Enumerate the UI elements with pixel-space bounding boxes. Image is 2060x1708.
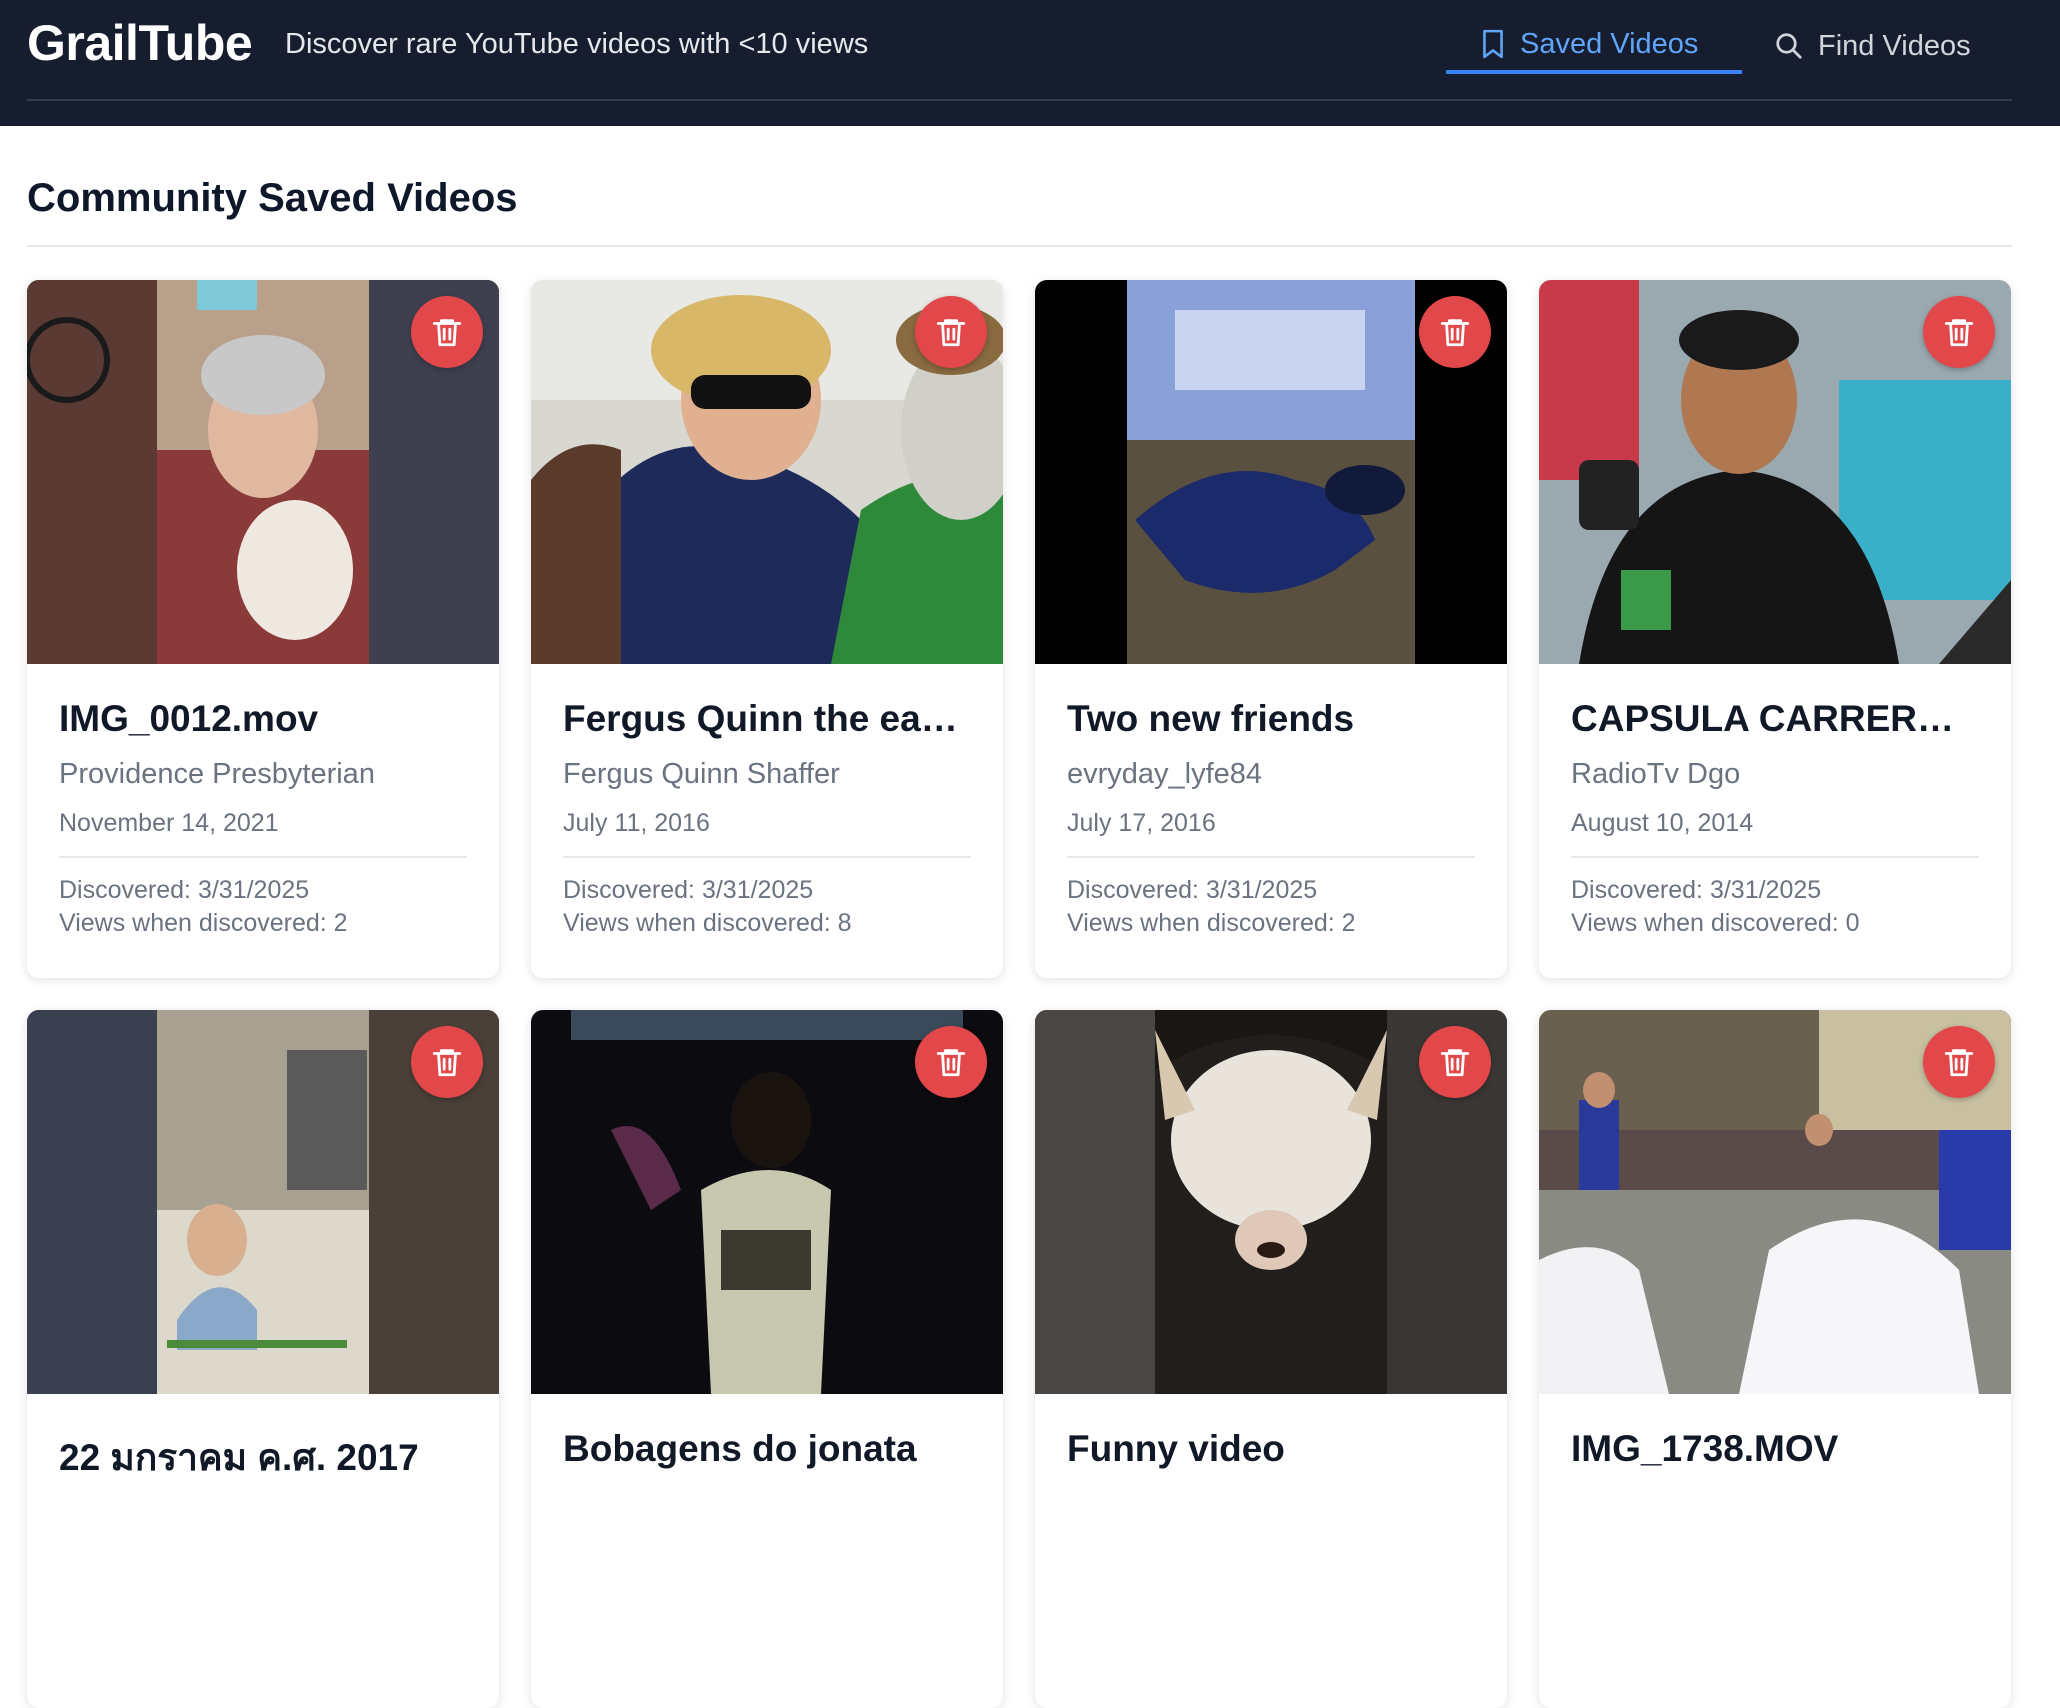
views-when-discovered: Views when discovered: 8: [563, 909, 852, 937]
tab-saved-label: Saved Videos: [1520, 27, 1699, 60]
video-thumbnail[interactable]: [531, 1010, 1003, 1394]
trash-icon: [432, 1049, 462, 1077]
video-title[interactable]: CAPSULA CARRERA ...: [1571, 698, 1979, 740]
discovered-date: Discovered: 3/31/2025: [563, 876, 814, 904]
views-when-discovered: Views when discovered: 2: [59, 909, 348, 937]
delete-button[interactable]: [1923, 296, 1995, 368]
views-when-discovered: Views when discovered: 0: [1571, 909, 1860, 937]
search-icon: [1776, 33, 1802, 59]
video-thumbnail[interactable]: [27, 1010, 499, 1394]
page-title: Community Saved Videos: [27, 176, 518, 220]
video-card[interactable]: IMG_1738.MOV: [1539, 1010, 2011, 1708]
discovered-date: Discovered: 3/31/2025: [59, 876, 310, 904]
bookmark-icon: [1483, 29, 1503, 59]
video-title[interactable]: IMG_1738.MOV: [1571, 1428, 1979, 1470]
video-card[interactable]: IMG_0012.mov Providence Presbyterian Nov…: [27, 280, 499, 978]
upload-date: August 10, 2014: [1571, 809, 1754, 837]
video-title[interactable]: IMG_0012.mov: [59, 698, 467, 740]
discovered-date: Discovered: 3/31/2025: [1067, 876, 1318, 904]
upload-date: July 11, 2016: [563, 809, 710, 837]
views-when-discovered: Views when discovered: 2: [1067, 909, 1356, 937]
video-card[interactable]: CAPSULA CARRERA ... RadioTv Dgo August 1…: [1539, 280, 2011, 978]
trash-icon: [1944, 319, 1974, 347]
video-card[interactable]: Two new friends evryday_lyfe84 July 17, …: [1035, 280, 1507, 978]
delete-button[interactable]: [915, 1026, 987, 1098]
tab-saved-videos[interactable]: Saved Videos: [1446, 18, 1742, 74]
trash-icon: [432, 319, 462, 347]
trash-icon: [1440, 1049, 1470, 1077]
delete-button[interactable]: [1923, 1026, 1995, 1098]
video-grid: IMG_0012.mov Providence Presbyterian Nov…: [27, 280, 2012, 1708]
channel-name: evryday_lyfe84: [1067, 758, 1263, 790]
delete-button[interactable]: [915, 296, 987, 368]
tab-find-label: Find Videos: [1818, 29, 1971, 62]
video-title[interactable]: Fergus Quinn the earl...: [563, 698, 971, 740]
card-divider: [59, 856, 467, 858]
video-thumbnail[interactable]: [1035, 1010, 1507, 1394]
video-thumbnail[interactable]: [531, 280, 1003, 664]
card-divider: [563, 856, 971, 858]
channel-name: RadioTv Dgo: [1571, 758, 1741, 790]
trash-icon: [936, 1049, 966, 1077]
discovered-date: Discovered: 3/31/2025: [1571, 876, 1822, 904]
card-divider: [1067, 856, 1475, 858]
upload-date: November 14, 2021: [59, 809, 279, 837]
title-divider: [27, 245, 2012, 247]
video-card[interactable]: Fergus Quinn the earl... Fergus Quinn Sh…: [531, 280, 1003, 978]
video-thumbnail[interactable]: [1539, 280, 2011, 664]
video-card[interactable]: Bobagens do jonata: [531, 1010, 1003, 1708]
tagline: Discover rare YouTube videos with <10 vi…: [285, 28, 869, 60]
brand-logo[interactable]: GrailTube: [27, 14, 253, 72]
tab-find-videos[interactable]: Find Videos: [1772, 18, 2012, 74]
video-card[interactable]: Funny video: [1035, 1010, 1507, 1708]
trash-icon: [936, 319, 966, 347]
video-thumbnail[interactable]: [1539, 1010, 2011, 1394]
trash-icon: [1440, 319, 1470, 347]
upload-date: July 17, 2016: [1067, 809, 1216, 837]
top-nav-bar: GrailTube Discover rare YouTube videos w…: [0, 0, 2060, 126]
delete-button[interactable]: [1419, 296, 1491, 368]
video-thumbnail[interactable]: [1035, 280, 1507, 664]
video-thumbnail[interactable]: [27, 280, 499, 664]
video-title[interactable]: Bobagens do jonata: [563, 1428, 971, 1470]
card-divider: [1571, 856, 1979, 858]
delete-button[interactable]: [1419, 1026, 1491, 1098]
video-title[interactable]: 22 มกราคม ค.ศ. 2017: [59, 1428, 467, 1487]
header-divider: [27, 99, 2012, 101]
video-card[interactable]: 22 มกราคม ค.ศ. 2017: [27, 1010, 499, 1708]
channel-name: Providence Presbyterian: [59, 758, 375, 790]
video-title[interactable]: Funny video: [1067, 1428, 1475, 1470]
trash-icon: [1944, 1049, 1974, 1077]
channel-name: Fergus Quinn Shaffer: [563, 758, 840, 790]
delete-button[interactable]: [411, 1026, 483, 1098]
delete-button[interactable]: [411, 296, 483, 368]
video-title[interactable]: Two new friends: [1067, 698, 1475, 740]
